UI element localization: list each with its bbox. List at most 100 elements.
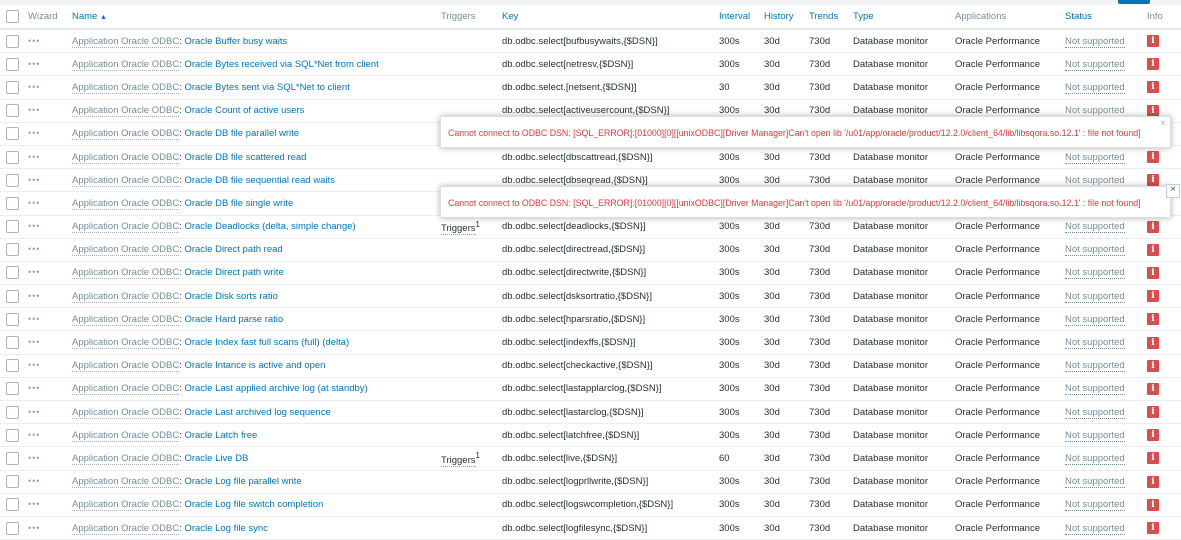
info-error-icon[interactable]: i [1147,475,1159,488]
select-all-checkbox[interactable] [6,10,19,23]
status-badge[interactable]: Not supported [1065,290,1125,303]
item-name-link[interactable]: Oracle DB file sequential read waits [184,175,335,186]
wizard-menu-icon[interactable]: ••• [28,291,40,301]
item-app-prefix[interactable]: Application Oracle ODBC [72,151,180,164]
status-badge[interactable]: Not supported [1065,476,1125,489]
info-error-icon[interactable]: i [1147,359,1159,372]
row-checkbox[interactable] [6,498,19,512]
wizard-menu-icon[interactable]: ••• [28,244,40,254]
row-checkbox[interactable] [6,405,19,419]
item-name-link[interactable]: Oracle Direct path read [184,244,282,255]
item-name-link[interactable]: Oracle DB file parallel write [184,128,299,139]
row-checkbox[interactable] [6,173,19,187]
item-app-prefix[interactable]: Application Oracle ODBC [72,81,180,94]
item-name-link[interactable]: Oracle DB file single write [184,198,293,209]
item-app-prefix[interactable]: Application Oracle ODBC [72,499,180,512]
item-name-link[interactable]: Oracle DB file scattered read [184,152,306,163]
info-error-icon[interactable]: i [1147,104,1159,117]
item-app-prefix[interactable]: Application Oracle ODBC [72,452,180,465]
item-app-prefix[interactable]: Application Oracle ODBC [72,313,180,326]
info-error-icon[interactable]: i [1147,81,1159,94]
status-badge[interactable]: Not supported [1065,313,1125,326]
wizard-menu-icon[interactable]: ••• [28,499,40,509]
item-name-link[interactable]: Oracle Log file switch completion [184,499,323,510]
row-checkbox[interactable] [6,57,19,71]
status-badge[interactable]: Not supported [1065,360,1125,373]
status-badge[interactable]: Not supported [1065,452,1125,465]
wizard-menu-icon[interactable]: ••• [28,36,40,46]
status-badge[interactable]: Not supported [1065,267,1125,280]
status-badge[interactable]: Not supported [1065,151,1125,164]
wizard-menu-icon[interactable]: ••• [28,476,40,486]
wizard-menu-icon[interactable]: ••• [28,337,40,347]
info-error-icon[interactable]: i [1147,58,1159,71]
col-name[interactable]: Name ▲ [72,5,441,30]
item-app-prefix[interactable]: Application Oracle ODBC [72,197,180,210]
row-checkbox[interactable] [6,382,19,396]
col-interval[interactable]: Interval [719,5,764,30]
row-checkbox[interactable] [6,521,19,535]
row-checkbox[interactable] [6,475,19,489]
info-error-icon[interactable]: i [1147,522,1159,535]
triggers-link[interactable]: Triggers [441,454,476,467]
info-error-icon[interactable]: i [1147,290,1159,303]
item-name-link[interactable]: Oracle Deadlocks (delta, simple change) [184,221,355,232]
item-app-prefix[interactable]: Application Oracle ODBC [72,174,180,187]
item-app-prefix[interactable]: Application Oracle ODBC [72,383,180,396]
item-name-link[interactable]: Oracle Latch free [184,430,257,441]
top-action-button[interactable] [1118,0,1150,4]
status-badge[interactable]: Not supported [1065,429,1125,442]
col-type[interactable]: Type [853,5,955,30]
info-error-icon[interactable]: i [1147,406,1159,419]
wizard-menu-icon[interactable]: ••• [28,221,40,231]
row-checkbox[interactable] [6,220,19,234]
item-name-link[interactable]: Oracle Index fast full scans (full) (del… [184,337,349,348]
row-checkbox[interactable] [6,266,19,280]
item-app-prefix[interactable]: Application Oracle ODBC [72,58,180,71]
item-app-prefix[interactable]: Application Oracle ODBC [72,406,180,419]
wizard-menu-icon[interactable]: ••• [28,407,40,417]
info-error-icon[interactable]: i [1147,220,1159,233]
status-badge[interactable]: Not supported [1065,499,1125,512]
row-checkbox[interactable] [6,104,19,118]
wizard-menu-icon[interactable]: ••• [28,128,40,138]
status-badge[interactable]: Not supported [1065,58,1125,71]
info-error-icon[interactable]: i [1147,336,1159,349]
item-name-link[interactable]: Oracle Buffer busy waits [184,36,287,47]
wizard-menu-icon[interactable]: ••• [28,267,40,277]
item-name-link[interactable]: Oracle Bytes received via SQL*Net from c… [184,59,378,70]
item-app-prefix[interactable]: Application Oracle ODBC [72,35,180,48]
col-history[interactable]: History [764,5,809,30]
row-checkbox[interactable] [6,312,19,326]
info-error-icon[interactable]: i [1147,151,1159,164]
info-error-icon[interactable]: i [1147,35,1159,48]
item-app-prefix[interactable]: Application Oracle ODBC [72,105,180,118]
wizard-menu-icon[interactable]: ••• [28,383,40,393]
status-badge[interactable]: Not supported [1065,35,1125,48]
close-icon[interactable]: × [1160,119,1166,129]
info-error-icon[interactable]: i [1147,429,1159,442]
wizard-menu-icon[interactable]: ••• [28,198,40,208]
wizard-menu-icon[interactable]: ••• [28,314,40,324]
item-app-prefix[interactable]: Application Oracle ODBC [72,476,180,489]
item-name-link[interactable]: Oracle Live DB [184,453,248,464]
item-app-prefix[interactable]: Application Oracle ODBC [72,429,180,442]
item-name-link[interactable]: Oracle Bytes sent via SQL*Net to client [184,82,349,93]
row-checkbox[interactable] [6,150,19,164]
status-badge[interactable]: Not supported [1065,221,1125,234]
item-name-link[interactable]: Oracle Count of active users [184,105,304,116]
row-checkbox[interactable] [6,428,19,442]
item-name-link[interactable]: Oracle Last archived log sequence [184,407,330,418]
wizard-menu-icon[interactable]: ••• [28,360,40,370]
item-app-prefix[interactable]: Application Oracle ODBC [72,221,180,234]
wizard-menu-icon[interactable]: ••• [28,82,40,92]
wizard-menu-icon[interactable]: ••• [28,105,40,115]
info-error-icon[interactable]: i [1147,452,1159,465]
row-checkbox[interactable] [6,336,19,350]
status-badge[interactable]: Not supported [1065,522,1125,535]
row-checkbox[interactable] [6,243,19,257]
item-app-prefix[interactable]: Application Oracle ODBC [72,244,180,257]
item-name-link[interactable]: Oracle Intance is active and open [184,360,325,371]
triggers-link[interactable]: Triggers [441,222,476,235]
item-app-prefix[interactable]: Application Oracle ODBC [72,337,180,350]
